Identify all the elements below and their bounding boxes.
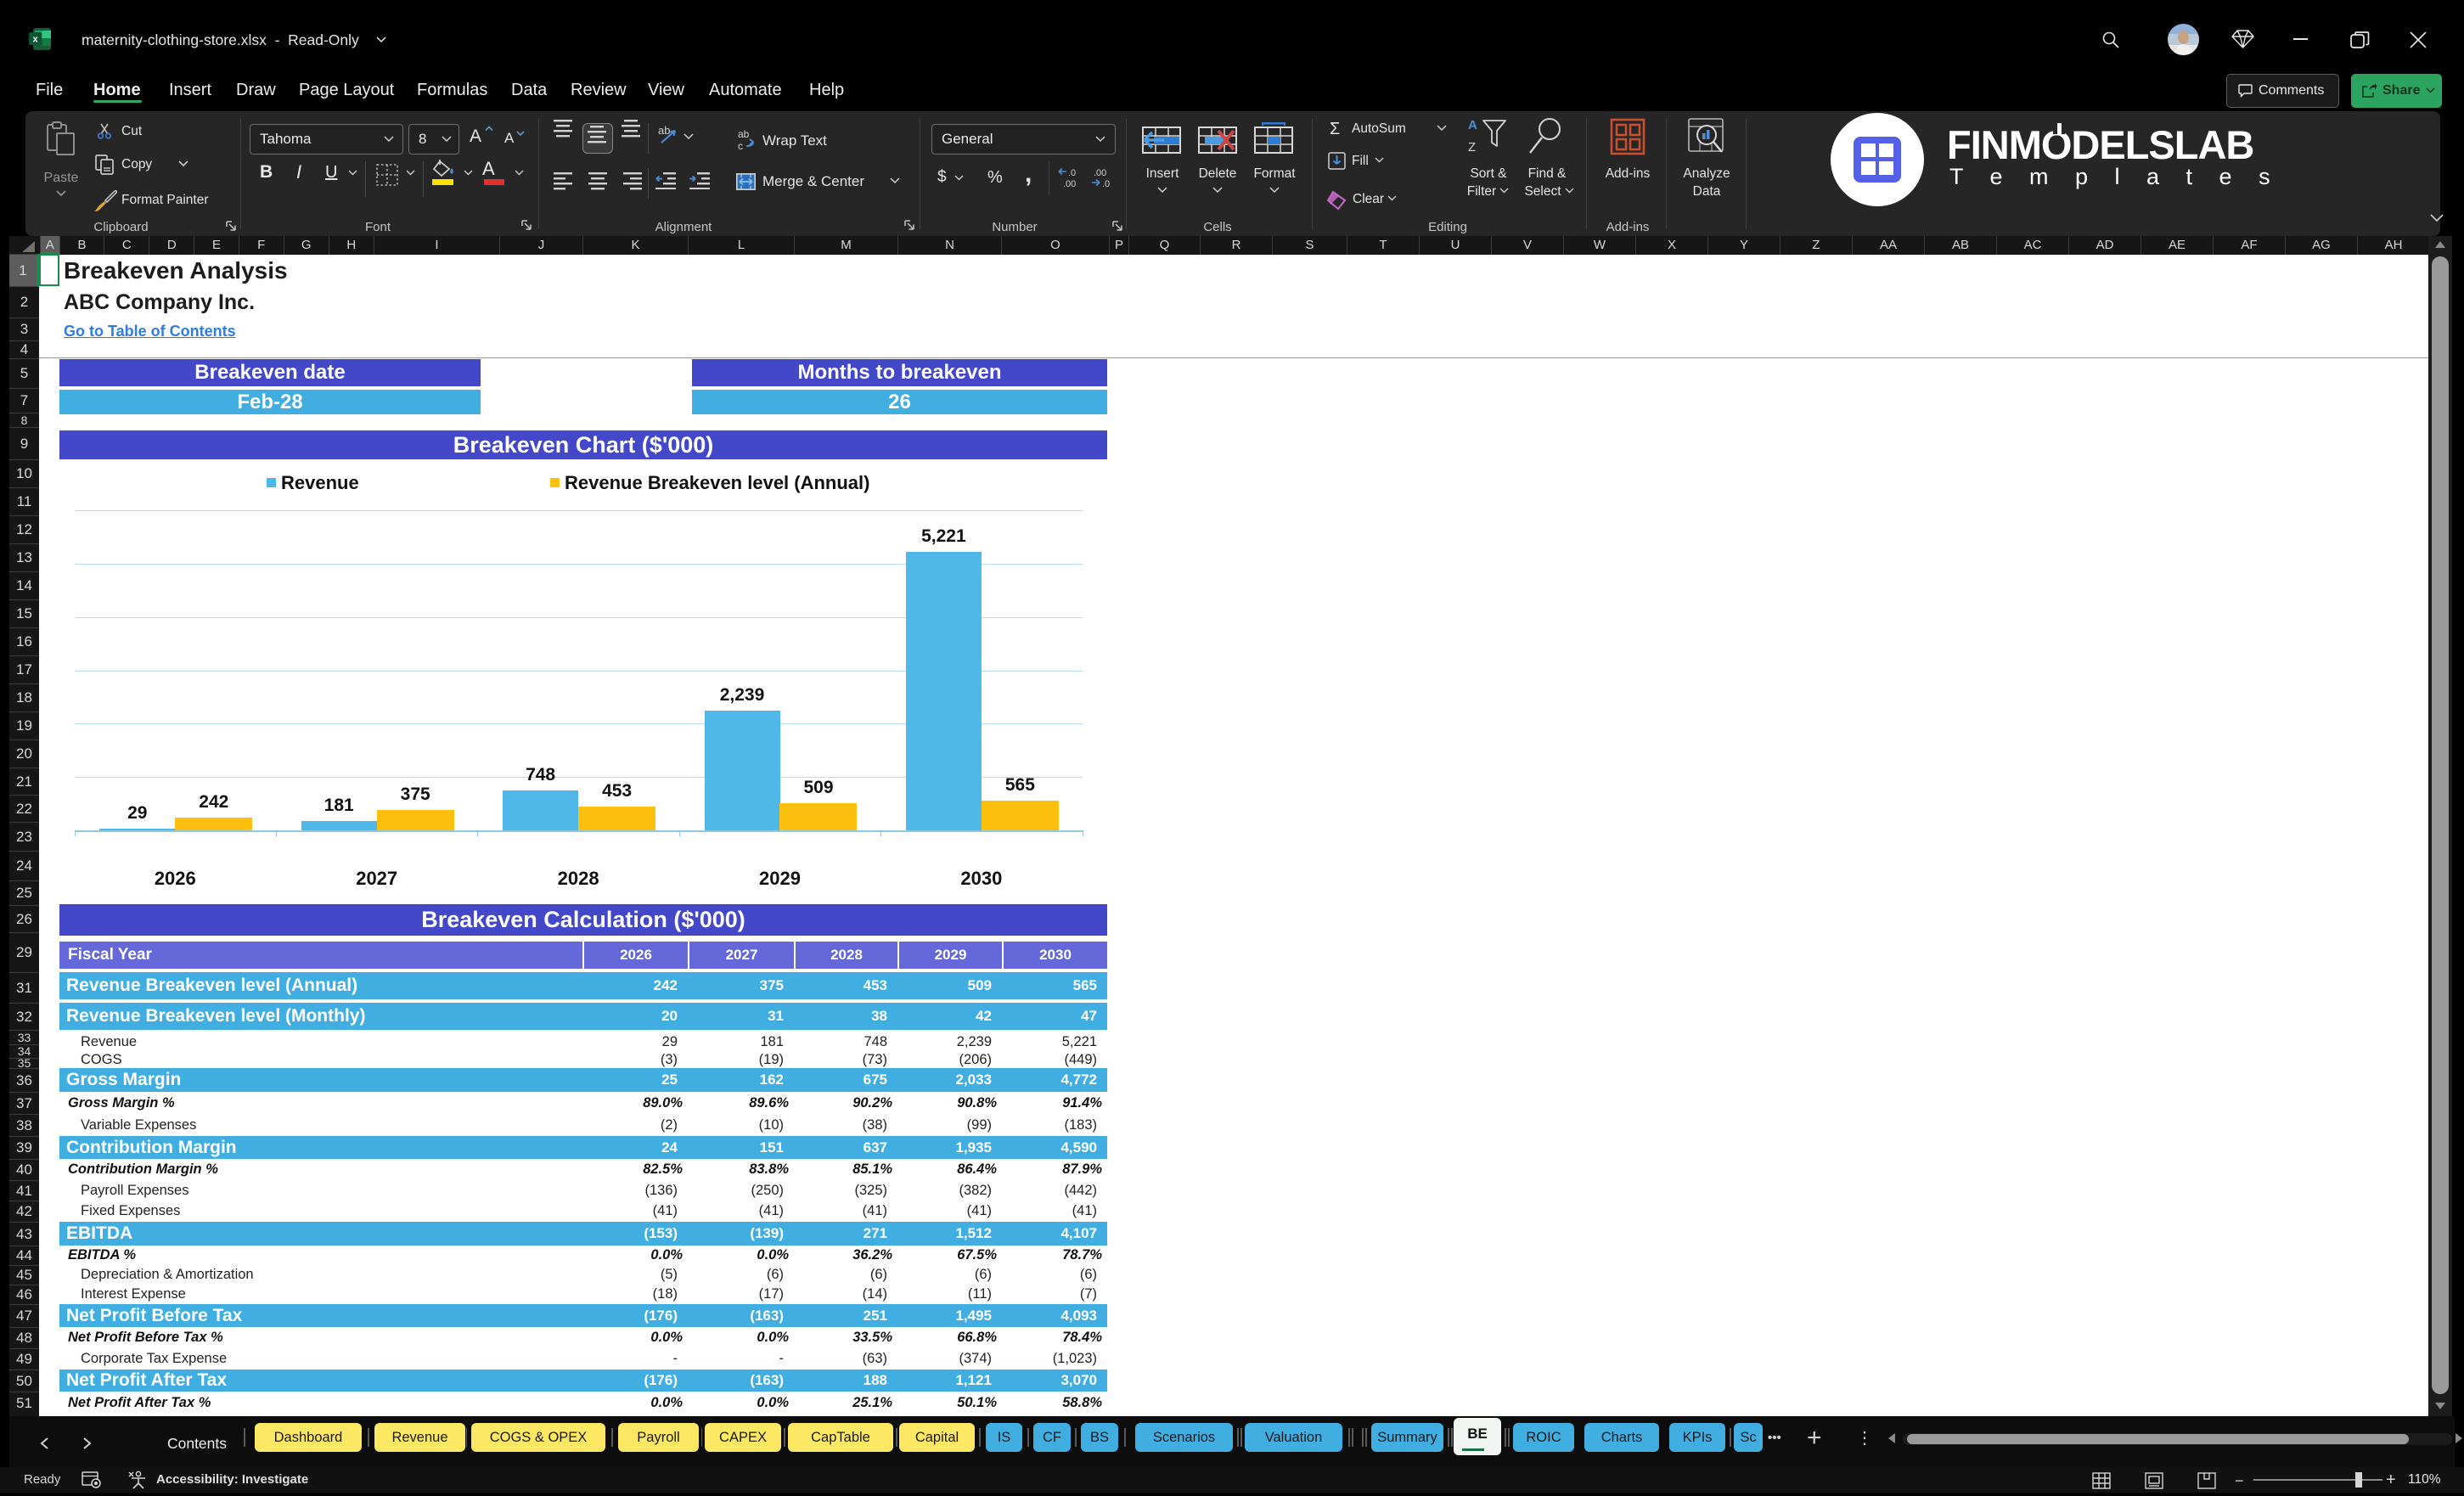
svg-text:Z: Z: [1468, 140, 1476, 155]
svg-text:.0: .0: [1068, 168, 1076, 178]
svg-text:x: x: [32, 35, 38, 45]
svg-text:A: A: [1468, 118, 1477, 132]
svg-text:.0: .0: [1102, 179, 1110, 188]
svg-text:c: c: [738, 140, 743, 151]
svg-text:ab: ab: [658, 124, 670, 137]
svg-text:.00: .00: [1094, 168, 1106, 178]
svg-text:.00: .00: [1063, 179, 1076, 188]
svg-text:ab: ab: [738, 129, 750, 140]
